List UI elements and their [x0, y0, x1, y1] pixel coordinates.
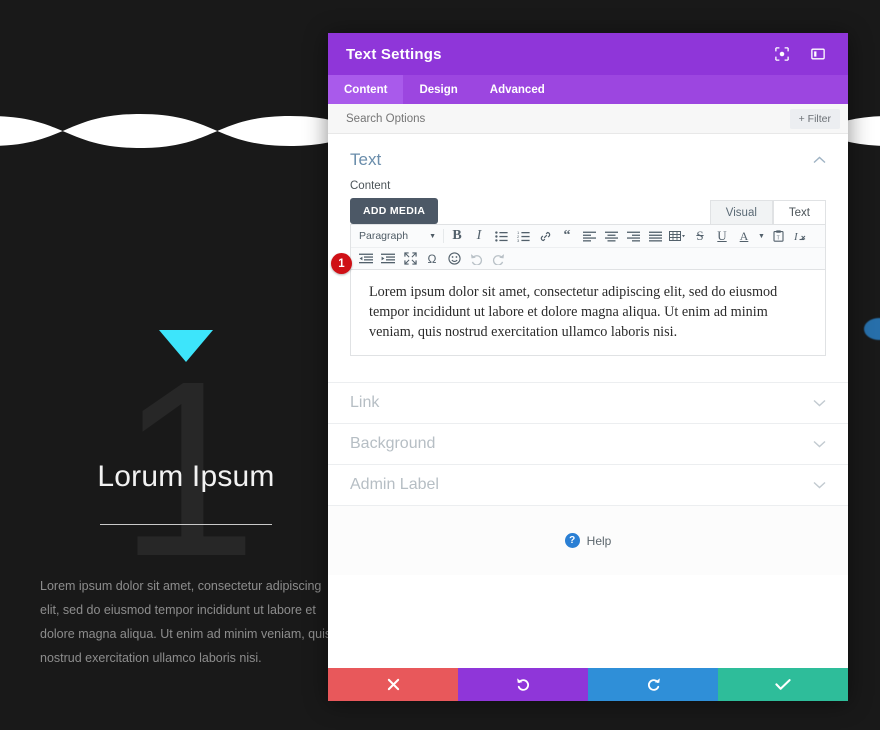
- indent-icon[interactable]: [377, 249, 399, 269]
- chevron-down-icon[interactable]: [813, 399, 826, 407]
- svg-text:T: T: [777, 235, 780, 241]
- modal-header: Text Settings: [328, 33, 848, 75]
- outdent-icon[interactable]: [355, 249, 377, 269]
- special-character-icon[interactable]: Ω: [421, 249, 443, 269]
- modal-body: Text Content ADD MEDIA Visual Text Parag…: [328, 134, 848, 668]
- modal-tabs: Content Design Advanced: [328, 75, 848, 104]
- paragraph-format-select[interactable]: Paragraph ▼: [355, 230, 441, 242]
- text-color-letter: A: [739, 228, 749, 243]
- blockquote-icon[interactable]: “: [556, 226, 578, 246]
- text-section-header[interactable]: Text: [328, 134, 848, 178]
- section-background-title: Background: [350, 435, 436, 452]
- hero-paragraph: Lorem ipsum dolor sit amet, consectetur …: [40, 579, 332, 665]
- wysiwyg-editor: ADD MEDIA Visual Text Paragraph ▼ B I 1 …: [328, 198, 848, 356]
- italic-icon[interactable]: I: [468, 226, 490, 246]
- modal-title: Text Settings: [346, 45, 442, 63]
- toolbar-row-1: Paragraph ▼ B I 1 2 3 “ S U A ▼ T I: [351, 225, 825, 247]
- text-settings-modal: Text Settings Content Design Advanced Se…: [328, 33, 848, 701]
- emoji-icon[interactable]: [443, 249, 465, 269]
- table-icon[interactable]: [666, 226, 689, 246]
- tab-content[interactable]: Content: [328, 75, 404, 104]
- align-justify-icon[interactable]: [644, 226, 666, 246]
- strikethrough-icon[interactable]: S: [689, 226, 711, 246]
- help-area: ? Help: [328, 505, 848, 575]
- chevron-down-icon[interactable]: ▼: [755, 226, 768, 246]
- paragraph-format-label: Paragraph: [359, 230, 409, 242]
- tab-visual-editor[interactable]: Visual: [709, 200, 773, 224]
- editor-mode-tabs: Visual Text: [709, 200, 826, 224]
- bold-icon[interactable]: B: [446, 226, 468, 246]
- filter-button[interactable]: + Filter: [789, 108, 840, 129]
- bullet-list-icon[interactable]: [490, 226, 512, 246]
- fullscreen-preview-icon[interactable]: [770, 43, 794, 65]
- layout-panel-icon[interactable]: [806, 43, 830, 65]
- hero-divider: [100, 524, 272, 525]
- section-link[interactable]: Link: [328, 382, 848, 423]
- svg-text:3: 3: [517, 238, 520, 242]
- underline-icon[interactable]: U: [711, 226, 733, 246]
- cancel-button[interactable]: [328, 668, 458, 701]
- step-badge-1: 1: [331, 253, 352, 274]
- numbered-list-icon[interactable]: 1 2 3: [512, 226, 534, 246]
- section-admin-label[interactable]: Admin Label: [328, 464, 848, 505]
- link-icon[interactable]: [534, 226, 556, 246]
- modal-header-actions: [770, 43, 830, 65]
- chevron-down-icon: ▼: [429, 232, 436, 240]
- paste-as-text-icon[interactable]: T: [768, 226, 790, 246]
- editor-toolbar: Paragraph ▼ B I 1 2 3 “ S U A ▼ T I Ω: [350, 224, 826, 270]
- question-circle-icon: ?: [564, 533, 580, 548]
- section-background[interactable]: Background: [328, 423, 848, 464]
- content-textarea-value: Lorem ipsum dolor sit amet, consectetur …: [369, 284, 778, 340]
- save-button[interactable]: [718, 668, 848, 701]
- tab-advanced[interactable]: Advanced: [474, 75, 561, 104]
- page-side-control[interactable]: [864, 318, 880, 340]
- section-admin-label-title: Admin Label: [350, 476, 439, 493]
- svg-text:I: I: [794, 231, 799, 242]
- chevron-down-icon[interactable]: [813, 481, 826, 489]
- tab-design[interactable]: Design: [403, 75, 473, 104]
- collapsed-sections: Link Background Admin Label: [328, 382, 848, 505]
- redo-button[interactable]: [588, 668, 718, 701]
- section-link-title: Link: [350, 394, 380, 411]
- hero-block: 1 Lorum Ipsum: [0, 330, 372, 594]
- help-link[interactable]: ? Help: [564, 533, 612, 548]
- toolbar-row-2: Ω: [351, 247, 825, 269]
- content-textarea[interactable]: 1 Lorem ipsum dolor sit amet, consectetu…: [331, 253, 826, 356]
- align-center-icon[interactable]: [600, 226, 622, 246]
- search-input[interactable]: [346, 112, 790, 125]
- hero-title: Lorum Ipsum: [97, 460, 275, 493]
- search-options-bar: + Filter: [328, 104, 848, 134]
- undo-icon[interactable]: [465, 249, 487, 269]
- align-right-icon[interactable]: [622, 226, 644, 246]
- plus-icon: +: [798, 112, 805, 125]
- editor-top-row: ADD MEDIA Visual Text: [350, 198, 826, 224]
- chevron-down-icon[interactable]: [813, 440, 826, 448]
- undo-button[interactable]: [458, 668, 588, 701]
- modal-footer: [328, 668, 848, 701]
- content-field-label: Content: [350, 180, 391, 192]
- chevron-up-icon[interactable]: [813, 156, 826, 164]
- tab-text-editor[interactable]: Text: [772, 200, 826, 224]
- toolbar-divider: [443, 229, 444, 243]
- text-color-icon[interactable]: A: [733, 226, 755, 246]
- align-left-icon[interactable]: [578, 226, 600, 246]
- filter-button-label: Filter: [807, 112, 831, 125]
- clear-formatting-icon[interactable]: I: [790, 226, 812, 246]
- text-section-title: Text: [350, 150, 382, 169]
- help-label: Help: [586, 533, 612, 548]
- fullscreen-icon[interactable]: [399, 249, 421, 269]
- redo-icon[interactable]: [487, 249, 509, 269]
- add-media-button[interactable]: ADD MEDIA: [350, 198, 439, 224]
